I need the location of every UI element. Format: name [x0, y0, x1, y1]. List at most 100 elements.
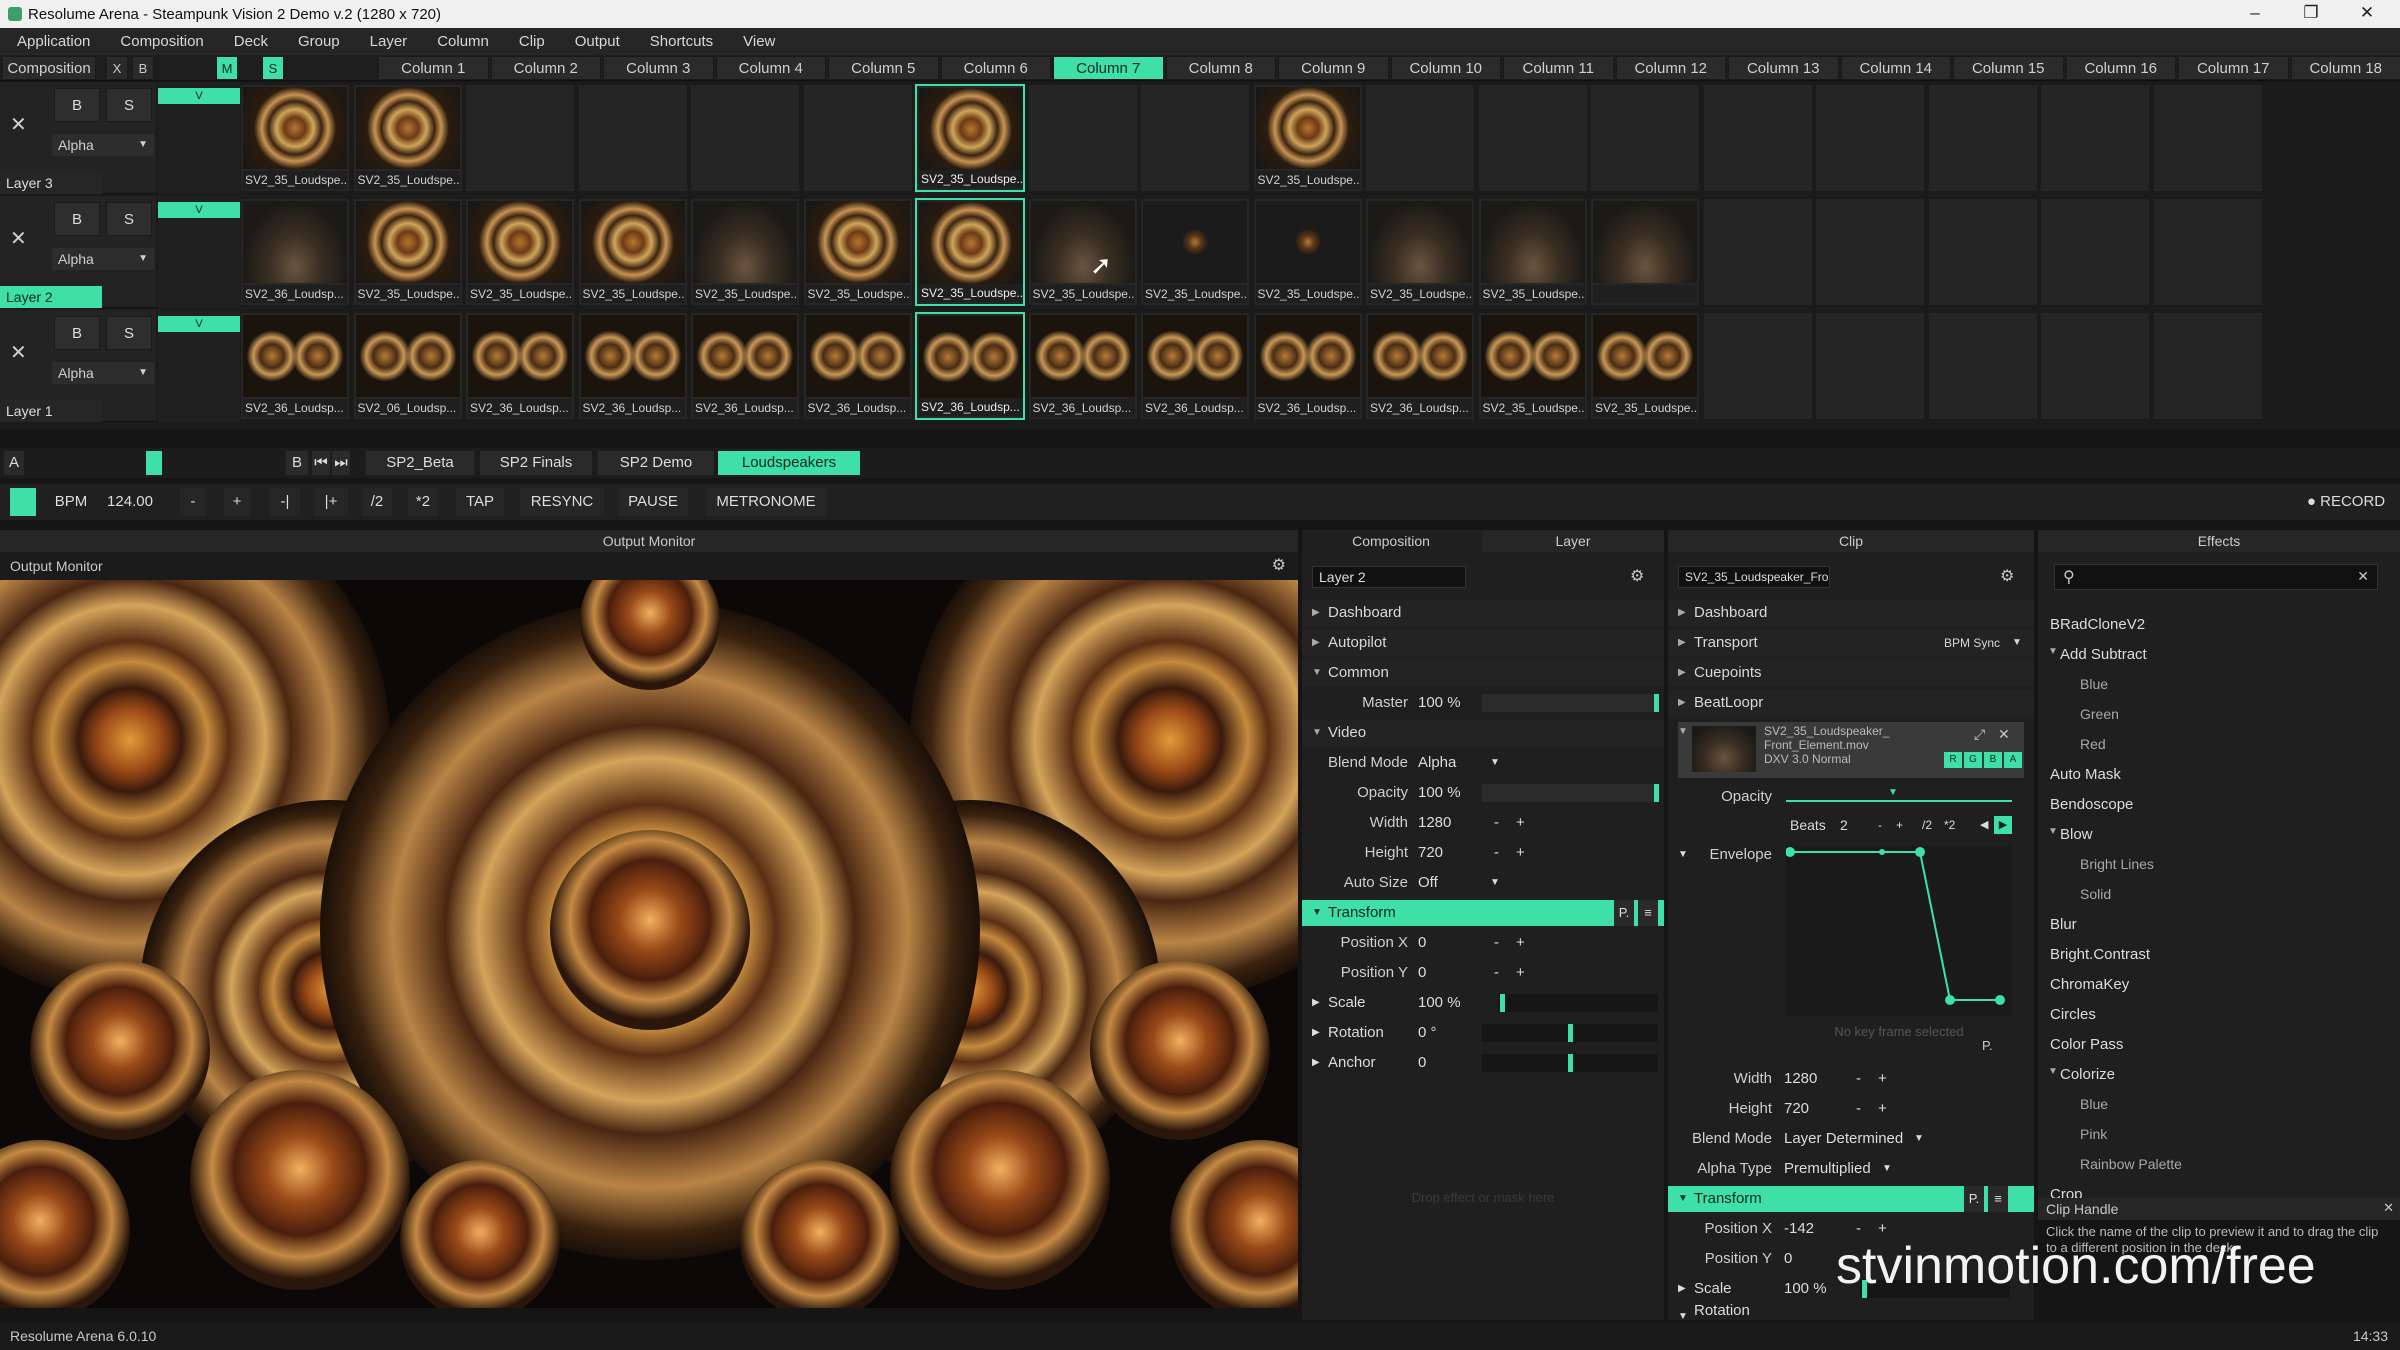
effect-item[interactable]: ▼ Colorize — [2048, 1066, 2115, 1083]
composition-clear-button[interactable]: X — [106, 56, 128, 80]
anchor-slider[interactable] — [1482, 1054, 1658, 1072]
menu-group[interactable]: Group — [283, 28, 355, 55]
column-header-9[interactable]: Column 9 — [1278, 56, 1389, 80]
layer-name[interactable]: Layer 2 — [0, 286, 102, 308]
clip-section-beatloopr[interactable]: ▶ BeatLoopr — [1668, 690, 2034, 716]
bypass-button[interactable]: B — [54, 316, 100, 350]
clip-slot[interactable] — [2040, 198, 2150, 306]
clip-slot[interactable] — [2040, 84, 2150, 192]
clip-slot[interactable] — [1140, 84, 1250, 192]
clip-name[interactable]: SV2_35_Loudspe... — [1143, 285, 1247, 303]
bpm-value[interactable]: 124.00 — [96, 488, 164, 516]
clip-name[interactable]: SV2_36_Loudsp... — [919, 398, 1023, 416]
solo-button[interactable]: S — [106, 202, 152, 236]
column-header-10[interactable]: Column 10 — [1390, 56, 1501, 80]
clip-slot[interactable] — [1815, 198, 1925, 306]
effect-item[interactable]: Color Pass — [2050, 1036, 2123, 1053]
clip-name[interactable]: SV2_35_Loudspe... — [355, 171, 460, 189]
position-y-value[interactable]: 0 — [1418, 960, 1426, 986]
effect-item[interactable]: Bendoscope — [2050, 796, 2133, 813]
clip-slot[interactable]: SV2_35_Loudspe... — [690, 198, 800, 306]
monitor-gear-icon[interactable]: ⚙ — [1272, 552, 1286, 580]
effect-item[interactable]: Rainbow Palette — [2080, 1156, 2182, 1172]
clip-slot[interactable]: SV2_36_Loudsp... — [802, 312, 913, 420]
clip-slot[interactable] — [1702, 198, 1813, 306]
clip-scale-value[interactable]: 100 % — [1784, 1276, 1827, 1302]
clip-slot[interactable]: SV2_36_Loudsp... — [1252, 312, 1363, 420]
column-header-12[interactable]: Column 12 — [1615, 56, 1726, 80]
clip-name[interactable]: SV2_35_Loudspe... — [919, 284, 1023, 302]
clip-slot[interactable] — [1815, 84, 1925, 192]
column-header-8[interactable]: Column 8 — [1165, 56, 1276, 80]
layer-gear-icon[interactable]: ⚙ — [1630, 566, 1644, 586]
layer-name[interactable]: Layer 3 — [0, 172, 102, 194]
clip-slot[interactable] — [2040, 312, 2150, 420]
opacity-value[interactable]: 100 % — [1418, 780, 1461, 806]
deck-b-button[interactable]: B — [286, 451, 308, 475]
clip-name[interactable]: SV2_36_Loudsp... — [805, 399, 910, 417]
envelope-editor[interactable] — [1785, 846, 2012, 1016]
opacity-slider[interactable] — [1482, 784, 1659, 802]
layer-blend-select[interactable]: Alpha ▼ — [52, 362, 154, 384]
output-monitor-preview[interactable] — [0, 580, 1298, 1308]
channel-g-toggle[interactable]: G — [1964, 752, 1982, 768]
effect-item[interactable]: Solid — [2080, 886, 2111, 902]
bpm-double-button[interactable]: *2 — [408, 488, 438, 516]
clip-width-plus-button[interactable]: + — [1878, 1066, 1887, 1092]
composition-button[interactable]: Composition — [2, 56, 96, 80]
beats-double-button[interactable]: *2 — [1944, 812, 1955, 838]
tap-button[interactable]: TAP — [456, 488, 504, 516]
search-clear-icon[interactable]: ✕ — [2357, 568, 2369, 585]
clip-slot[interactable]: SV2_35_Loudspe... — [802, 198, 913, 306]
clip-slot[interactable]: SV2_35_Loudspe... — [1590, 312, 1700, 420]
master-value[interactable]: 100 % — [1418, 690, 1461, 716]
solo-button[interactable]: S — [106, 316, 152, 350]
bpm-plus-button[interactable]: + — [224, 488, 250, 516]
clip-slot[interactable] — [1927, 198, 2038, 306]
clip-slot[interactable] — [2152, 198, 2263, 306]
section-autopilot[interactable]: ▶ Autopilot — [1302, 630, 1664, 656]
close-window-button[interactable]: ✕ — [2340, 0, 2394, 28]
rotation-value[interactable]: 0 ° — [1418, 1020, 1437, 1046]
clip-width-value[interactable]: 1280 — [1784, 1066, 1817, 1092]
clip-name[interactable]: SV2_36_Loudsp... — [1255, 399, 1360, 417]
composition-s-button[interactable]: S — [262, 56, 284, 80]
layer-name[interactable]: Layer 1 — [0, 400, 102, 422]
deck-tab-loudspeakers[interactable]: Loudspeakers — [718, 451, 860, 475]
column-header-11[interactable]: Column 11 — [1503, 56, 1614, 80]
menu-deck[interactable]: Deck — [219, 28, 283, 55]
deck-scroll-handle[interactable] — [146, 451, 162, 475]
menu-application[interactable]: Application — [2, 28, 105, 55]
rotation-slider[interactable] — [1482, 1024, 1658, 1042]
clip-slot[interactable] — [1590, 198, 1700, 306]
bpm-nudge-minus-button[interactable]: -| — [270, 488, 300, 516]
effect-item[interactable]: Blur — [2050, 916, 2077, 933]
deck-tab-sp2-beta[interactable]: SP2_Beta — [366, 451, 474, 475]
effect-item[interactable]: Bright Lines — [2080, 856, 2154, 872]
effect-item[interactable]: BRadCloneV2 — [2050, 616, 2145, 633]
effect-item[interactable]: Auto Mask — [2050, 766, 2121, 783]
bpm-half-button[interactable]: /2 — [362, 488, 392, 516]
effect-item[interactable]: Green — [2080, 706, 2119, 722]
clip-height-plus-button[interactable]: + — [1878, 1096, 1887, 1122]
clip-opacity-slider[interactable] — [1786, 800, 2012, 802]
clip-name[interactable]: SV2_36_Loudsp... — [1143, 399, 1247, 417]
position-y-minus-button[interactable]: - — [1494, 960, 1499, 986]
clip-slot[interactable]: SV2_36_Loudsp... — [1365, 312, 1475, 420]
clip-slot[interactable] — [1815, 312, 1925, 420]
envelope-p-button[interactable]: P. — [1982, 1038, 1993, 1053]
auto-size-select[interactable]: Off — [1418, 870, 1438, 896]
column-header-7[interactable]: Column 7 — [1053, 56, 1164, 80]
menu-output[interactable]: Output — [560, 28, 635, 55]
layer-video-strip[interactable]: V — [158, 82, 240, 194]
pause-button[interactable]: PAUSE — [618, 488, 688, 516]
column-header-16[interactable]: Column 16 — [2065, 56, 2176, 80]
column-header-13[interactable]: Column 13 — [1728, 56, 1839, 80]
clear-layer-icon[interactable]: ✕ — [10, 340, 27, 365]
column-header-3[interactable]: Column 3 — [603, 56, 714, 80]
tab-composition[interactable]: Composition — [1302, 530, 1480, 552]
clip-slot[interactable]: SV2_06_Loudsp... — [352, 312, 463, 420]
clip-slot[interactable] — [1477, 84, 1588, 192]
clip-section-transport[interactable]: ▶ Transport BPM Sync ▼ — [1668, 630, 2034, 656]
width-plus-button[interactable]: + — [1516, 810, 1525, 836]
